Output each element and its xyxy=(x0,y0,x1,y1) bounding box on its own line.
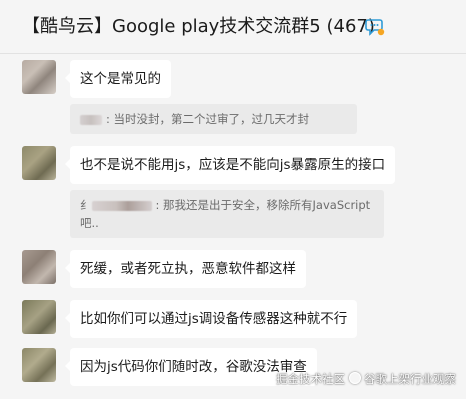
message-bubble[interactable]: 这个是常见的 xyxy=(65,60,171,98)
blurred-name xyxy=(91,200,152,211)
avatar[interactable] xyxy=(22,300,56,334)
message-text: 也不是说不能用js，应该是不能向js暴露原生的接口 xyxy=(80,157,386,173)
avatar[interactable] xyxy=(22,348,56,382)
watermark: 掘金技术社区 谷歌上架行业观察 xyxy=(276,371,456,387)
quote-text-line2: 吧.. xyxy=(80,216,99,230)
message-text: 因为js代码你们随时改，谷歌没法审查 xyxy=(80,359,307,375)
message-bubble[interactable]: 也不是说不能用js，应该是不能向js暴露原生的接口 xyxy=(64,146,396,184)
watermark-left: 掘金技术社区 xyxy=(276,372,345,386)
chat-header: 【酷鸟云】Google play技术交流群5 (467) xyxy=(0,0,466,54)
message-bubble[interactable]: 比如你们可以通过js调设备传感器这种就不行 xyxy=(64,300,358,338)
avatar[interactable] xyxy=(22,250,56,284)
chat-title: 【酷鸟云】Google play技术交流群5 (467) xyxy=(22,16,375,37)
group-chat-icon[interactable] xyxy=(365,18,385,36)
avatar[interactable] xyxy=(22,60,56,94)
eye-icon xyxy=(349,372,361,384)
quote-text: : 当时没封，第二个过审了，过几天才封 xyxy=(106,112,310,126)
watermark-right: 谷歌上架行业观察 xyxy=(364,372,456,386)
quote-text: : 那我还是出于安全，移除所有JavaScript xyxy=(155,198,371,212)
blurred-name xyxy=(80,114,102,125)
avatar[interactable] xyxy=(22,146,56,180)
message-text: 这个是常见的 xyxy=(80,71,161,87)
message-text: 死缓，或者死立执，恶意软件都这样 xyxy=(80,261,296,277)
quoted-message[interactable]: : 当时没封，第二个过审了，过几天才封 xyxy=(70,104,357,134)
message-bubble[interactable]: 死缓，或者死立执，恶意软件都这样 xyxy=(65,250,306,288)
quoted-message[interactable]: 纟 : 那我还是出于安全，移除所有JavaScript 吧.. xyxy=(70,190,384,238)
message-text: 比如你们可以通过js调设备传感器这种就不行 xyxy=(80,311,348,327)
quote-prefix: 纟 xyxy=(80,198,92,212)
